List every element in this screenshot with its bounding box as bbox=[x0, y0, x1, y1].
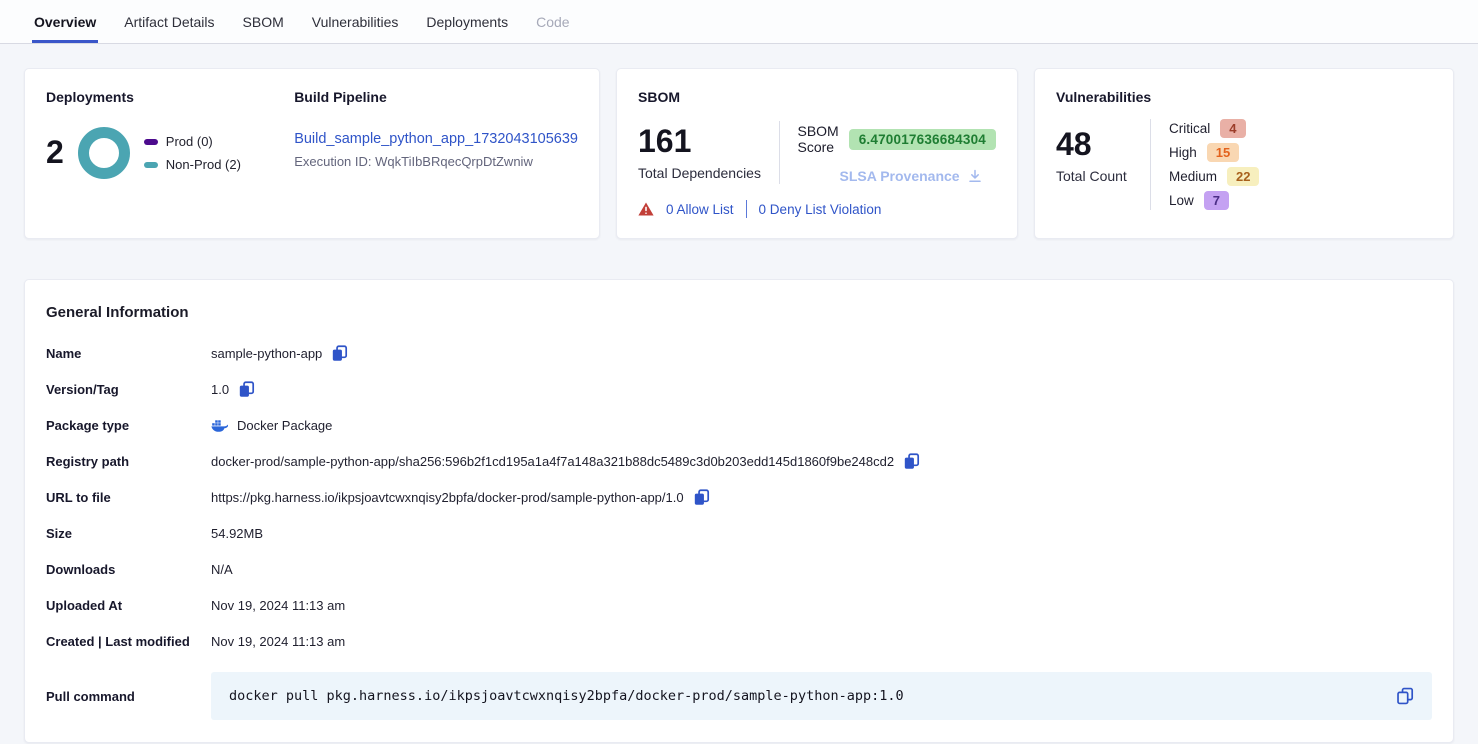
info-row-downloads: Downloads N/A bbox=[46, 559, 1432, 580]
tab-overview[interactable]: Overview bbox=[32, 0, 98, 43]
build-pipeline-section: Build Pipeline Build_sample_python_app_1… bbox=[294, 89, 578, 218]
prod-legend-swatch bbox=[144, 139, 158, 145]
sbom-total-label: Total Dependencies bbox=[638, 165, 773, 181]
copy-icon[interactable] bbox=[903, 453, 920, 470]
links-divider bbox=[746, 200, 747, 218]
tab-sbom[interactable]: SBOM bbox=[241, 0, 286, 43]
created-modified-label: Created | Last modified bbox=[46, 634, 211, 649]
registry-path-label: Registry path bbox=[46, 454, 211, 469]
version-value: 1.0 bbox=[211, 382, 229, 397]
tab-vulnerabilities[interactable]: Vulnerabilities bbox=[310, 0, 401, 43]
version-label: Version/Tag bbox=[46, 382, 211, 397]
docker-icon bbox=[211, 419, 228, 433]
downloads-label: Downloads bbox=[46, 562, 211, 577]
deployments-legend: Prod (0) Non-Prod (2) bbox=[144, 134, 241, 172]
sbom-total: 161 bbox=[638, 124, 773, 159]
severity-label: Critical bbox=[1169, 121, 1210, 136]
general-information-card: General Information Name sample-python-a… bbox=[24, 279, 1454, 743]
sbom-score-badge: 6.470017636684304 bbox=[849, 129, 996, 150]
info-row-name: Name sample-python-app bbox=[46, 343, 1432, 364]
downloads-value: N/A bbox=[211, 562, 233, 577]
info-row-registry-path: Registry path docker-prod/sample-python-… bbox=[46, 451, 1432, 472]
copy-icon[interactable] bbox=[693, 489, 710, 506]
summary-cards-row: Deployments 2 Prod (0) Non-Prod (2) Buil… bbox=[24, 68, 1454, 239]
severity-label: Low bbox=[1169, 193, 1194, 208]
info-row-created-modified: Created | Last modified Nov 19, 2024 11:… bbox=[46, 631, 1432, 652]
legend-item-nonprod: Non-Prod (2) bbox=[144, 157, 241, 172]
sbom-policy-links: 0 Allow List 0 Deny List Violation bbox=[638, 200, 996, 218]
info-row-package-type: Package type Docker Package bbox=[46, 415, 1432, 436]
sbom-total-block: 161 Total Dependencies bbox=[638, 124, 773, 181]
deployments-section: Deployments 2 Prod (0) Non-Prod (2) bbox=[46, 89, 294, 218]
slsa-provenance-link[interactable]: SLSA Provenance bbox=[839, 168, 959, 184]
info-row-pull-command: Pull command docker pull pkg.harness.io/… bbox=[46, 672, 1432, 720]
vulnerabilities-total: 48 bbox=[1056, 127, 1144, 162]
tab-deployments[interactable]: Deployments bbox=[424, 0, 510, 43]
severity-list: Critical 4 High 15 Medium 22 Low 7 bbox=[1169, 119, 1259, 210]
nonprod-legend-label: Non-Prod (2) bbox=[166, 157, 241, 172]
pull-command-label: Pull command bbox=[46, 689, 211, 704]
severity-count-badge: 4 bbox=[1220, 119, 1245, 138]
copy-icon[interactable] bbox=[1396, 687, 1414, 705]
pull-command-value: docker pull pkg.harness.io/ikpsjoavtcwxn… bbox=[229, 688, 1396, 704]
severity-row-high: High 15 bbox=[1169, 143, 1259, 162]
execution-id: Execution ID: WqkTiIbBRqecQrpDtZwniw bbox=[294, 154, 578, 169]
legend-item-prod: Prod (0) bbox=[144, 134, 241, 149]
info-row-uploaded-at: Uploaded At Nov 19, 2024 11:13 am bbox=[46, 595, 1432, 616]
registry-path-value: docker-prod/sample-python-app/sha256:596… bbox=[211, 454, 894, 469]
general-information-title: General Information bbox=[46, 304, 1432, 321]
copy-icon[interactable] bbox=[238, 381, 255, 398]
download-icon[interactable] bbox=[967, 168, 983, 184]
copy-icon[interactable] bbox=[331, 345, 348, 362]
allow-list-link[interactable]: 0 Allow List bbox=[666, 202, 734, 217]
package-type-label: Package type bbox=[46, 418, 211, 433]
info-row-size: Size 54.92MB bbox=[46, 523, 1432, 544]
tab-bar: Overview Artifact Details SBOM Vulnerabi… bbox=[0, 0, 1478, 44]
created-modified-value: Nov 19, 2024 11:13 am bbox=[211, 634, 345, 649]
uploaded-at-value: Nov 19, 2024 11:13 am bbox=[211, 598, 345, 613]
prod-legend-label: Prod (0) bbox=[166, 134, 213, 149]
sbom-card: SBOM 161 Total Dependencies SBOM Score 6… bbox=[616, 68, 1018, 239]
vulnerabilities-title: Vulnerabilities bbox=[1056, 89, 1432, 105]
tab-artifact-details[interactable]: Artifact Details bbox=[122, 0, 216, 43]
sbom-title: SBOM bbox=[638, 89, 996, 105]
severity-label: High bbox=[1169, 145, 1197, 160]
deployments-title: Deployments bbox=[46, 89, 294, 105]
info-row-url-to-file: URL to file https://pkg.harness.io/ikpsj… bbox=[46, 487, 1432, 508]
name-value: sample-python-app bbox=[211, 346, 322, 361]
severity-count-badge: 7 bbox=[1204, 191, 1229, 210]
size-label: Size bbox=[46, 526, 211, 541]
uploaded-at-label: Uploaded At bbox=[46, 598, 211, 613]
vulnerabilities-divider bbox=[1150, 119, 1151, 210]
url-to-file-label: URL to file bbox=[46, 490, 211, 505]
package-type-value: Docker Package bbox=[237, 418, 332, 433]
tab-code[interactable]: Code bbox=[534, 0, 571, 43]
severity-row-medium: Medium 22 bbox=[1169, 167, 1259, 186]
vulnerabilities-card: Vulnerabilities 48 Total Count Critical … bbox=[1034, 68, 1454, 239]
deployments-donut-chart bbox=[78, 127, 130, 179]
size-value: 54.92MB bbox=[211, 526, 263, 541]
deployments-card: Deployments 2 Prod (0) Non-Prod (2) Buil… bbox=[24, 68, 600, 239]
warning-triangle-icon bbox=[638, 202, 654, 216]
vulnerabilities-total-label: Total Count bbox=[1056, 168, 1144, 184]
nonprod-legend-swatch bbox=[144, 162, 158, 168]
deny-list-link[interactable]: 0 Deny List Violation bbox=[759, 202, 882, 217]
sbom-score-block: SBOM Score 6.470017636684304 SLSA Proven… bbox=[797, 121, 996, 184]
severity-row-low: Low 7 bbox=[1169, 191, 1259, 210]
info-row-version: Version/Tag 1.0 bbox=[46, 379, 1432, 400]
build-pipeline-title: Build Pipeline bbox=[294, 89, 578, 105]
sbom-score-label: SBOM Score bbox=[797, 123, 838, 155]
deployments-total: 2 bbox=[46, 135, 64, 170]
severity-count-badge: 15 bbox=[1207, 143, 1239, 162]
url-to-file-value: https://pkg.harness.io/ikpsjoavtcwxnqisy… bbox=[211, 490, 684, 505]
pipeline-link[interactable]: Build_sample_python_app_1732043105639 bbox=[294, 131, 578, 147]
severity-row-critical: Critical 4 bbox=[1169, 119, 1259, 138]
sbom-divider bbox=[779, 121, 780, 184]
vulnerabilities-total-block: 48 Total Count bbox=[1056, 119, 1144, 210]
pull-command-box: docker pull pkg.harness.io/ikpsjoavtcwxn… bbox=[211, 672, 1432, 720]
severity-count-badge: 22 bbox=[1227, 167, 1259, 186]
severity-label: Medium bbox=[1169, 169, 1217, 184]
name-label: Name bbox=[46, 346, 211, 361]
